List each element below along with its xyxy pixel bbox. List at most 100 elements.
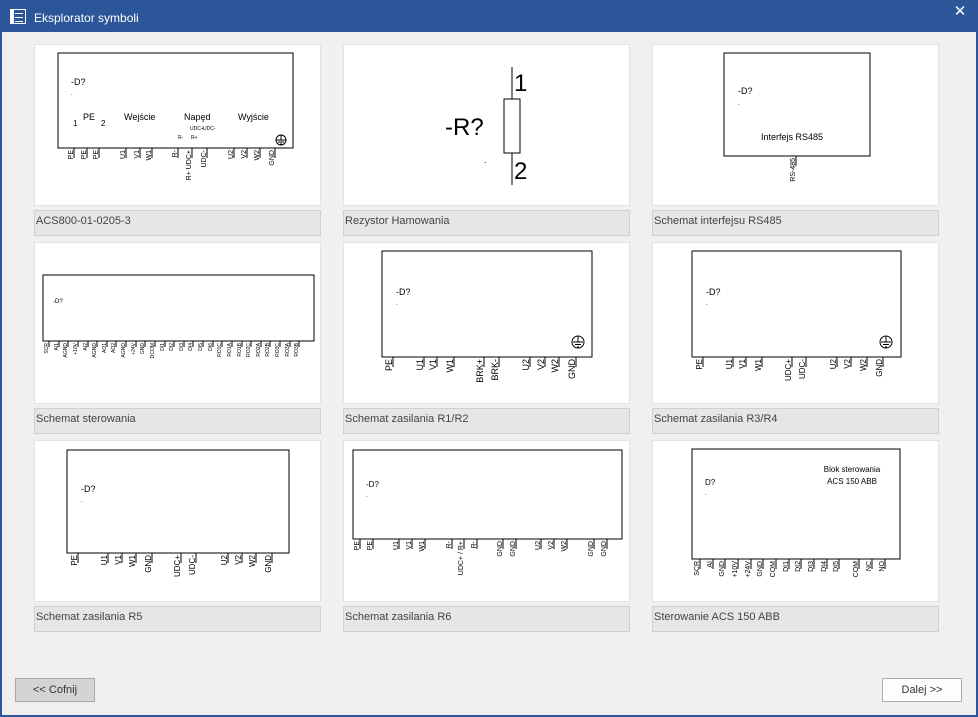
symbol-preview[interactable]: -D? . Interfejs RS485 RS-485 (652, 44, 939, 206)
control-symbol-drawing: -D? SCR AI1 AGND +10V AI2 AGND AO1 AO2 AGND +24V G… (42, 274, 315, 358)
pin-label: V1 (406, 541, 413, 550)
pin-label: +10V (73, 342, 79, 354)
pin-label: V2 (843, 358, 852, 368)
small-label: UDC+ (190, 126, 204, 132)
pin-label: PE (81, 150, 88, 160)
pin-label: AI2 (83, 343, 89, 351)
pin-label: DI3 (179, 343, 185, 351)
symbol-tile-rs485[interactable]: -D? . Interfejs RS485 RS-485 Schemat int… (652, 44, 939, 237)
pin-label: AI1 (54, 343, 60, 351)
svg-text:.: . (705, 491, 707, 497)
tag-text: -D? (81, 484, 96, 494)
symbol-tile-acs800[interactable]: -D? . 1 PE 2 Wejście Napęd Wyjście UDC+ … (34, 44, 321, 237)
pin-label: W1 (754, 358, 763, 371)
section-label: Wyjście (238, 112, 269, 122)
tag-text: -D? (706, 287, 721, 297)
pin-label: PE (68, 150, 75, 160)
resistor-symbol-drawing: 1 2 -R? . (445, 67, 527, 185)
symbol-preview[interactable]: 1 2 -R? . (343, 44, 630, 206)
symbol-tile-rezystor[interactable]: 1 2 -R? . Rezystor Hamowania (343, 44, 630, 237)
symbol-caption: Sterowanie ACS 150 ABB (652, 606, 939, 632)
symbol-tile-r6[interactable]: -D? . PE PE U1 V1 W1 R- UDC+ / R+ R- GND GND U2 V2 W… (343, 440, 630, 633)
ground-icon (275, 134, 287, 146)
svg-text:.: . (81, 498, 83, 504)
pin-label: R- (172, 149, 179, 157)
back-button[interactable]: << Cofnij (15, 678, 95, 702)
list-icon (10, 9, 26, 24)
pin-label: PE (93, 150, 100, 160)
tag-text: D? (705, 478, 716, 487)
pin-label: V2 (548, 541, 555, 550)
pin-label: U2 (521, 359, 531, 371)
symbol-caption: Schemat sterowania (34, 408, 321, 434)
pin-label: DI2 (169, 343, 175, 351)
tag-text: -D? (53, 299, 63, 305)
pin-label: R+ UDC+ (186, 150, 193, 180)
pin-label: GND (757, 561, 764, 577)
pin-label: RO1B (237, 342, 243, 356)
pin-label: DI2 (795, 561, 802, 572)
pin-label: U1 (725, 358, 734, 369)
pin-group: SCR AI1 AGND +10V AI2 AGND AO1 AO2 AGND +24V GND DC… (44, 341, 300, 358)
pin-label: V2 (536, 359, 546, 370)
symbol-preview[interactable]: -D? . PE PE U1 V1 W1 R- UDC+ / R+ R- GND GND U2 V2 W… (343, 440, 630, 602)
pin-label: DI6 (208, 343, 214, 351)
pin-label: RO2A (256, 342, 262, 356)
pin-label: W1 (146, 150, 153, 161)
symbol-preview[interactable]: -D? . PE U1 V1 W1 UDC+ UDC- U2 V2 W2 GND (652, 242, 939, 404)
symbol-tile-sterowanie[interactable]: -D? SCR AI1 AGND +10V AI2 AGND AO1 AO2 AGND +24V G… (34, 242, 321, 435)
symbol-tile-r3r4[interactable]: -D? . PE U1 V1 W1 UDC+ UDC- U2 V2 W2 GND Schemat … (652, 242, 939, 435)
pin-label: V1 (428, 359, 438, 370)
symbol-preview[interactable]: D? . Blok sterowania ACS 150 ABB SCR AI GN… (652, 440, 939, 602)
block-label-line: Blok sterowania (824, 465, 881, 474)
pin-group: PE PE PE U1 V1 W1 R- R+ UDC+ UDC- U2 V2 W2 GND (68, 148, 276, 180)
pin-label: RO2B (265, 342, 271, 356)
pin-label: V2 (234, 554, 243, 564)
pin-label: AO2 (111, 343, 117, 353)
symbol-tile-r5[interactable]: -D? . PE U1 V1 W1 GND UDC+ UDC- U2 V2 W2 GND Schem… (34, 440, 321, 633)
pin-label: RO1C (217, 343, 223, 357)
next-button[interactable]: Dalej >> (882, 678, 962, 702)
symbol-preview[interactable]: -D? . PE U1 V1 W1 GND UDC+ UDC- U2 V2 W2 GND (34, 440, 321, 602)
pin-label: DCOM (150, 343, 156, 358)
symbol-tile-r1r2[interactable]: -D? . PE U1 V1 W1 BRK+ BRK- U2 V2 W2 GND Schemat … (343, 242, 630, 435)
pin-label: U1 (100, 554, 109, 565)
pin-label: DI1 (783, 561, 790, 572)
pin-label: PE (70, 555, 79, 566)
symbol-caption: Schemat zasilania R1/R2 (343, 408, 630, 434)
symbol-preview[interactable]: -D? . 1 PE 2 Wejście Napęd Wyjście UDC+ … (34, 44, 321, 206)
pin-label: GND (567, 359, 577, 380)
pin-label: W2 (561, 541, 568, 552)
close-button[interactable]: ✕ (942, 0, 978, 24)
r6-symbol-drawing: -D? . PE PE U1 V1 W1 R- UDC+ / R+ R- GND GND U2 V2 W… (352, 449, 623, 575)
pin-label: +10V (732, 561, 739, 578)
pin-label: W2 (859, 358, 868, 371)
ground-icon (571, 335, 585, 349)
pin-label: AI (707, 561, 714, 568)
svg-text:.: . (71, 91, 73, 97)
section-label: Wejście (124, 112, 155, 122)
pin-label: UDC- (201, 149, 208, 167)
symbol-preview[interactable]: -D? . PE U1 V1 W1 BRK+ BRK- U2 V2 W2 GND (343, 242, 630, 404)
symbol-preview[interactable]: -D? SCR AI1 AGND +10V AI2 AGND AO1 AO2 AGND +24V G… (34, 242, 321, 404)
symbol-caption: ACS800-01-0205-3 (34, 210, 321, 236)
pin-label: +24V (131, 342, 137, 354)
section-label: Napęd (184, 112, 211, 122)
pin-label: SCR (44, 343, 50, 354)
pin-label: PE (695, 359, 704, 370)
pin-label: AO1 (102, 343, 108, 353)
pin-label: W1 (445, 359, 455, 373)
pin-label: U2 (829, 358, 838, 369)
pin-label: W2 (248, 554, 257, 567)
symbol-caption: Schemat interfejsu RS485 (652, 210, 939, 236)
pin-label: U2 (228, 150, 235, 159)
title-bar[interactable]: Eksplorator symboli ✕ (0, 0, 978, 32)
pin-label: GND (140, 343, 146, 355)
ground-icon (879, 335, 893, 349)
pin-label: RO1A (227, 342, 233, 356)
pin-label: UDC+ / R+ (458, 541, 465, 575)
pin-label: RO3A (285, 342, 291, 356)
symbol-tile-acs150[interactable]: D? . Blok sterowania ACS 150 ABB SCR AI GN… (652, 440, 939, 633)
pin-label: R- (446, 540, 453, 548)
block-label: Interfejs RS485 (761, 132, 823, 142)
